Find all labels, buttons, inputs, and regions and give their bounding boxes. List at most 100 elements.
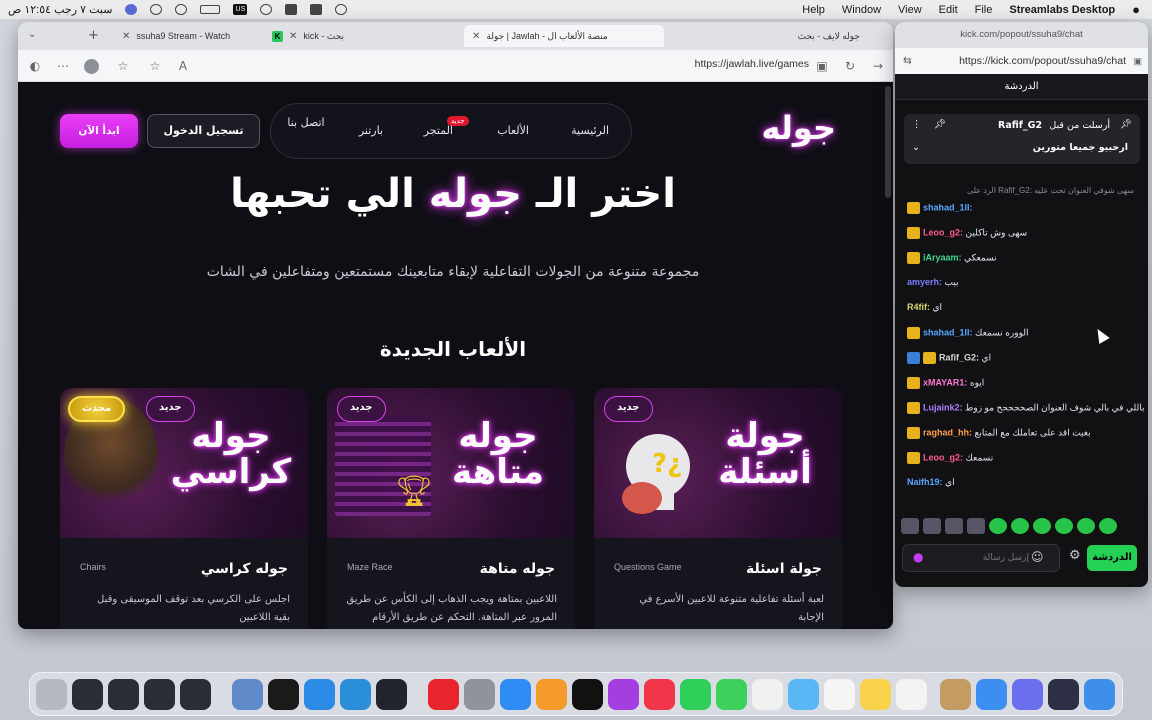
search-icon[interactable]	[150, 4, 163, 15]
app-store-icon[interactable]	[500, 679, 531, 710]
chat-message[interactable]: Leoo_g2: نسمعك	[907, 452, 1134, 464]
control-center-icon[interactable]	[335, 4, 348, 15]
play-icon[interactable]	[260, 4, 273, 15]
window-thumbnail-icon[interactable]	[108, 679, 139, 710]
favorite-icon[interactable]: ☆	[148, 59, 162, 73]
reload-icon[interactable]: ↻	[843, 59, 857, 73]
safari-icon[interactable]	[304, 679, 335, 710]
tab-jawlah[interactable]: ✕ جولة | Jawlah - منصة الألعاب ال	[464, 25, 664, 47]
nav-contact[interactable]: اتصل بنا	[287, 116, 325, 130]
wifi-icon[interactable]	[175, 4, 188, 15]
emoji-icon[interactable]: ☺	[1031, 550, 1044, 564]
tab-kick-stream[interactable]: ✕ ssuha9 Stream - Watch	[114, 25, 274, 47]
bluetooth-icon[interactable]	[285, 4, 298, 15]
emote-icon[interactable]	[923, 518, 941, 534]
obs-icon[interactable]	[376, 679, 407, 710]
extensions-icon[interactable]: ◐	[28, 59, 42, 73]
emote-icon[interactable]	[1033, 518, 1051, 534]
emote-icon[interactable]	[945, 518, 963, 534]
pin-icon[interactable]: 📌︎	[934, 119, 946, 130]
system-settings-icon[interactable]	[464, 679, 495, 710]
facetime-icon[interactable]	[680, 679, 711, 710]
apple-icon[interactable]: ●	[1132, 2, 1140, 17]
streamlabs-icon[interactable]	[268, 679, 299, 710]
chat-message[interactable]: amyerh: بيب	[907, 277, 1134, 288]
reminders-icon[interactable]	[824, 679, 855, 710]
podcasts-icon[interactable]	[608, 679, 639, 710]
chat-message[interactable]: iAryaam: نسمعكي	[907, 252, 1134, 264]
close-tab-icon[interactable]: ✕	[472, 31, 480, 42]
chat-username[interactable]: xMAYAR1:	[923, 377, 967, 387]
chat-username[interactable]: amyerh:	[907, 277, 942, 287]
window-thumbnail-icon[interactable]	[144, 679, 175, 710]
new-tab-icon[interactable]: +	[88, 28, 99, 43]
trash-icon[interactable]	[36, 679, 67, 710]
tab-jawlah-search[interactable]: جوله لايف - بحث	[668, 25, 868, 47]
messages-icon[interactable]	[716, 679, 747, 710]
chat-message[interactable]: raghad_hh: بغيت اقد على تعاملك مع المتاب…	[907, 427, 1134, 439]
chat-username[interactable]: shahad_1ll:	[923, 327, 973, 337]
contacts-icon[interactable]	[940, 679, 971, 710]
keyboard-input-icon[interactable]: US	[233, 4, 248, 15]
apple-tv-icon[interactable]	[572, 679, 603, 710]
start-now-button[interactable]: ابدأ الآن	[60, 114, 138, 148]
sidebar-toggle-icon[interactable]: ⌄	[28, 29, 36, 40]
nav-home[interactable]: الرئيسية	[571, 124, 609, 137]
collections-icon[interactable]: ☆	[116, 59, 130, 73]
emote-icon[interactable]	[1011, 518, 1029, 534]
close-tab-icon[interactable]: ✕	[122, 31, 130, 42]
page-scrollbar[interactable]	[885, 86, 891, 198]
streamlabs-tray-icon[interactable]	[125, 4, 138, 15]
mail-icon[interactable]	[976, 679, 1007, 710]
photos-icon[interactable]	[752, 679, 783, 710]
nav-games[interactable]: الألعاب	[497, 124, 529, 137]
chat-username[interactable]: iAryaam:	[923, 252, 962, 262]
read-aloud-icon[interactable]: A	[176, 59, 190, 73]
chat-username[interactable]: R4fif:	[907, 302, 930, 312]
mic-icon[interactable]: ●	[913, 550, 923, 564]
window-thumbnail-icon[interactable]	[180, 679, 211, 710]
nav-partner[interactable]: بارتنر	[359, 124, 383, 137]
emote-icon[interactable]	[989, 518, 1007, 534]
emote-icon[interactable]	[901, 518, 919, 534]
chevron-down-icon[interactable]: ⌄	[912, 142, 920, 153]
menu-window[interactable]: Window	[842, 4, 881, 16]
music-icon[interactable]	[644, 679, 675, 710]
chat-message[interactable]: shahad_1ll:	[907, 202, 1134, 214]
send-chat-button[interactable]: الدردشة	[1087, 545, 1137, 571]
calendar-icon[interactable]	[896, 679, 927, 710]
opera-icon[interactable]	[428, 679, 459, 710]
stats-icon[interactable]	[310, 4, 323, 15]
chat-url[interactable]: https://kick.com/popout/ssuha9/chat	[959, 48, 1126, 74]
finder-icon[interactable]	[1084, 679, 1115, 710]
forward-icon[interactable]: →	[871, 59, 885, 73]
game-card-maze[interactable]: 🏆︎ جوله متاهة جديد جوله متاهة Maze Race …	[327, 388, 575, 629]
game-card-questions[interactable]: ?¿ جولة أسئلة جديد جولة اسئلة Questions …	[594, 388, 842, 629]
emote-icon[interactable]	[1055, 518, 1073, 534]
site-logo[interactable]: جوله	[761, 109, 836, 147]
menu-help[interactable]: Help	[802, 4, 825, 16]
close-tab-icon[interactable]: ✕	[289, 31, 297, 42]
chat-message[interactable]: R4fif: اي	[907, 302, 1134, 313]
emote-icon[interactable]	[1099, 518, 1117, 534]
window-thumbnail-icon[interactable]	[72, 679, 103, 710]
gear-icon[interactable]: ⚙	[1069, 548, 1081, 563]
chat-message[interactable]: Lujaink2: باللي في بالي شوف العنوان الصح…	[907, 402, 1144, 414]
menu-dots-icon[interactable]: ⋯	[56, 59, 70, 73]
login-button[interactable]: تسجيل الدخول	[147, 114, 260, 148]
chat-username[interactable]: Leoo_g2:	[923, 227, 963, 237]
books-icon[interactable]	[536, 679, 567, 710]
chat-username[interactable]: Leoo_g2:	[923, 452, 963, 462]
notes-icon[interactable]	[860, 679, 891, 710]
pinned-message[interactable]: ⋮ 📌︎ Rafif_G2 أرسلت من قبل 📌︎ ⌄ ارحبيو ج…	[904, 114, 1140, 164]
game-card-chairs[interactable]: جوله كراسي جديد محدث جوله كراسي Chairs ا…	[60, 388, 308, 629]
menu-app-name[interactable]: Streamlabs Desktop	[1009, 4, 1115, 16]
menu-file[interactable]: File	[975, 4, 993, 16]
profile-avatar[interactable]	[84, 59, 99, 74]
chat-username[interactable]: Lujaink2:	[923, 402, 963, 412]
chat-username[interactable]: Naifh19:	[907, 477, 943, 487]
chat-username[interactable]: Rafif_G2:	[939, 352, 979, 362]
chat-username[interactable]: shahad_1ll:	[923, 202, 973, 212]
more-icon[interactable]: ⋮	[912, 119, 922, 130]
edge-icon[interactable]	[340, 679, 371, 710]
